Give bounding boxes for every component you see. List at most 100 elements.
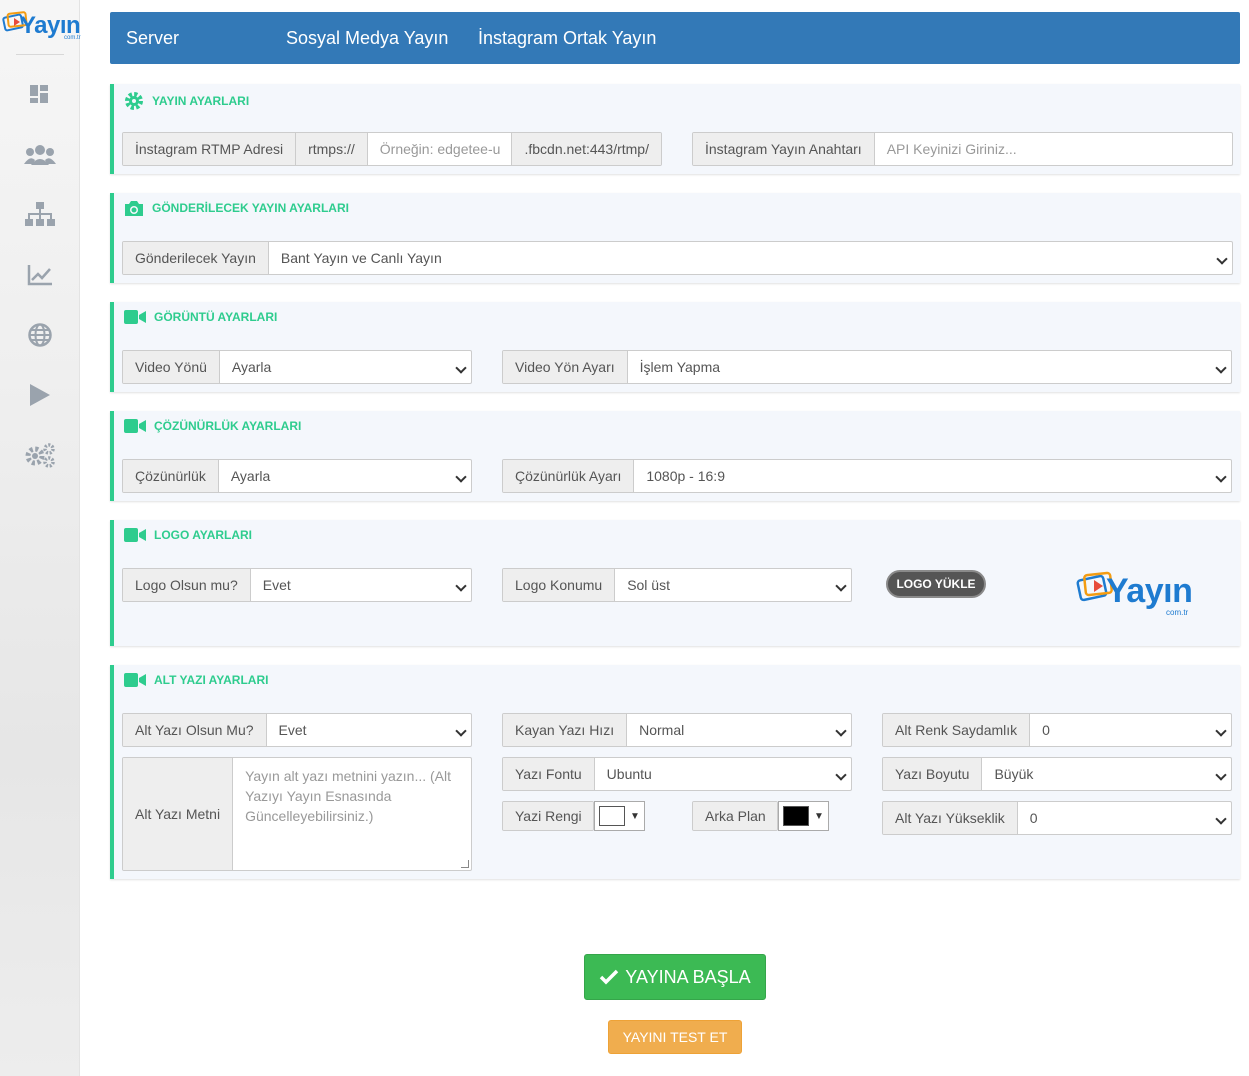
- stream-key-input[interactable]: API Keyinizi Giriniz...: [875, 133, 1232, 165]
- logo-konumu-select[interactable]: Sol üst: [615, 569, 851, 601]
- rtmp-label: İnstagram RTMP Adresi: [123, 133, 297, 165]
- textarea-placeholder: Yayın alt yazı metnini yazın... (Alt Yaz…: [245, 768, 452, 824]
- sitemap-icon[interactable]: [22, 200, 58, 230]
- alt-yazi-olsun-group: Alt Yazı Olsun Mu? Evet: [122, 713, 472, 747]
- arka-plan-swatch: [783, 806, 809, 826]
- video-camera-icon: [124, 528, 146, 542]
- alt-yazi-olsun-label: Alt Yazı Olsun Mu?: [123, 714, 267, 746]
- logo-upload-button[interactable]: LOGO YÜKLE: [886, 570, 986, 598]
- alt-yazi-olsun-select[interactable]: Evet: [267, 714, 471, 746]
- kayan-yazi-hizi-label: Kayan Yazı Hızı: [503, 714, 628, 746]
- rtmp-address-group: İnstagram RTMP Adresi rtmps:// Örneğin: …: [122, 132, 662, 166]
- yazi-boyutu-select[interactable]: Büyük: [982, 758, 1231, 790]
- rtmp-prefix: rtmps://: [296, 133, 368, 165]
- top-navigation: Server Sosyal Medya Yayın İnstagram Orta…: [110, 12, 1240, 64]
- resize-handle[interactable]: [461, 860, 469, 868]
- title-text: GÖRÜNTÜ AYARLARI: [154, 310, 278, 324]
- logo-olsun-select[interactable]: Evet: [251, 569, 471, 601]
- video-camera-icon: [124, 310, 146, 324]
- title-text: GÖNDERİLECEK YAYIN AYARLARI: [152, 201, 349, 215]
- logo-konumu-label: Logo Konumu: [503, 569, 616, 601]
- video-yonu-select[interactable]: Ayarla: [220, 351, 471, 383]
- yazi-fontu-label: Yazı Fontu: [503, 758, 595, 790]
- sidebar: Yayın com.tr: [0, 0, 81, 1076]
- camera-icon: [124, 200, 144, 217]
- logo-olsun-label: Logo Olsun mu?: [123, 569, 251, 601]
- yazi-fontu-group: Yazı Fontu Ubuntu: [502, 757, 852, 791]
- panel-title: GÖNDERİLECEK YAYIN AYARLARI: [124, 193, 349, 223]
- logo-preview-suffix: com.tr: [1166, 608, 1189, 617]
- alt-yazi-yukseklik-label: Alt Yazı Yükseklik: [883, 802, 1018, 834]
- dropdown-arrow-icon: ▼: [814, 810, 824, 822]
- kayan-yazi-hizi-select[interactable]: Normal: [627, 714, 851, 746]
- alt-renk-saydamlik-label: Alt Renk Saydamlık: [883, 714, 1031, 746]
- video-yonu-label: Video Yönü: [123, 351, 220, 383]
- sidebar-divider: [16, 54, 64, 55]
- alt-renk-saydamlik-select[interactable]: 0: [1030, 714, 1231, 746]
- yazi-rengi-label: Yazi Rengi: [503, 802, 593, 830]
- alt-yazi-yukseklik-select[interactable]: 0: [1018, 802, 1231, 834]
- panel-title: LOGO AYARLARI: [124, 520, 252, 550]
- cozunurluk-group: Çözünürlük Ayarla: [122, 459, 472, 493]
- alt-yazi-metni-textarea[interactable]: Yayın alt yazı metnini yazın... (Alt Yaz…: [233, 758, 471, 870]
- alt-renk-saydamlik-group: Alt Renk Saydamlık 0: [882, 713, 1232, 747]
- cozunurluk-select[interactable]: Ayarla: [219, 460, 471, 492]
- title-text: ÇÖZÜNÜRLÜK AYARLARI: [154, 419, 302, 433]
- stream-key-label: İnstagram Yayın Anahtarı: [693, 133, 875, 165]
- title-text: LOGO AYARLARI: [154, 528, 253, 542]
- cozunurluk-ayari-select[interactable]: 1080p - 16:9: [634, 460, 1231, 492]
- cogs-icon[interactable]: [22, 440, 58, 470]
- stream-key-group: İnstagram Yayın Anahtarı API Keyinizi Gi…: [692, 132, 1233, 166]
- video-camera-icon: [124, 673, 146, 687]
- alt-yazi-metni-group: Alt Yazı Metni Yayın alt yazı metnini ya…: [122, 757, 472, 871]
- video-yon-ayari-select[interactable]: İşlem Yapma: [628, 351, 1231, 383]
- panel-logo-ayarlari: LOGO AYARLARI Logo Olsun mu? Evet Logo K…: [110, 520, 1240, 646]
- gonderilecek-yayin-group: Gönderilecek Yayın Bant Yayın ve Canlı Y…: [122, 241, 1233, 275]
- dashboard-icon[interactable]: [22, 80, 58, 110]
- yazi-rengi-group: Yazi Rengi: [502, 801, 594, 831]
- alt-yazi-metni-label: Alt Yazı Metni: [123, 758, 234, 870]
- check-icon: [599, 969, 619, 985]
- title-text: YAYIN AYARLARI: [152, 94, 250, 108]
- panel-title: GÖRÜNTÜ AYARLARI: [124, 302, 277, 332]
- title-text: ALT YAZI AYARLARI: [154, 673, 269, 687]
- chart-icon[interactable]: [22, 260, 58, 290]
- logo-olsun-group: Logo Olsun mu? Evet: [122, 568, 472, 602]
- test-stream-button[interactable]: YAYINI TEST ET: [608, 1020, 742, 1054]
- arka-plan-picker[interactable]: ▼: [778, 801, 829, 831]
- cozunurluk-label: Çözünürlük: [123, 460, 219, 492]
- cozunurluk-ayari-group: Çözünürlük Ayarı 1080p - 16:9: [502, 459, 1232, 493]
- brand-logo[interactable]: Yayın com.tr: [2, 6, 81, 44]
- users-icon[interactable]: [22, 140, 58, 170]
- rtmp-suffix: .fbcdn.net:443/rtmp/: [511, 133, 661, 165]
- yazi-boyutu-group: Yazı Boyutu Büyük: [882, 757, 1232, 791]
- start-stream-label: YAYINA BAŞLA: [625, 966, 751, 987]
- video-camera-icon: [124, 419, 146, 433]
- panel-gonderilecek-yayin: GÖNDERİLECEK YAYIN AYARLARI Gönderilecek…: [110, 193, 1240, 283]
- video-yonu-group: Video Yönü Ayarla: [122, 350, 472, 384]
- arka-plan-label: Arka Plan: [693, 802, 777, 830]
- logo-preview-name: Yayın: [1106, 572, 1193, 610]
- tab-instagram-ortak-yayin[interactable]: İnstagram Ortak Yayın: [478, 12, 656, 64]
- panel-title: YAYIN AYARLARI: [124, 86, 249, 116]
- yazi-rengi-swatch: [599, 806, 625, 826]
- globe-icon[interactable]: [22, 320, 58, 350]
- panel-yayin-ayarlari: YAYIN AYARLARI İnstagram RTMP Adresi rtm…: [110, 84, 1240, 174]
- logo-preview: Yayın com.tr: [1076, 564, 1196, 624]
- brand-suffix: com.tr: [64, 35, 81, 41]
- gonderilecek-label: Gönderilecek Yayın: [123, 242, 269, 274]
- start-stream-button[interactable]: YAYINA BAŞLA: [584, 954, 766, 1000]
- video-yon-ayari-label: Video Yön Ayarı: [503, 351, 628, 383]
- tab-server[interactable]: Server: [126, 12, 179, 64]
- gonderilecek-select[interactable]: Bant Yayın ve Canlı Yayın: [269, 242, 1232, 274]
- yazi-rengi-picker[interactable]: ▼: [594, 801, 645, 831]
- yazi-fontu-select[interactable]: Ubuntu: [595, 758, 851, 790]
- play-icon[interactable]: [22, 380, 58, 410]
- panel-goruntu-ayarlari: GÖRÜNTÜ AYARLARI Video Yönü Ayarla Video…: [110, 302, 1240, 392]
- cozunurluk-ayari-label: Çözünürlük Ayarı: [503, 460, 635, 492]
- kayan-yazi-hizi-group: Kayan Yazı Hızı Normal: [502, 713, 852, 747]
- tab-sosyal-medya-yayin[interactable]: Sosyal Medya Yayın: [286, 12, 448, 64]
- rtmp-input[interactable]: Örneğin: edgetee-u: [368, 133, 512, 165]
- video-yon-ayari-group: Video Yön Ayarı İşlem Yapma: [502, 350, 1232, 384]
- panel-cozunurluk-ayarlari: ÇÖZÜNÜRLÜK AYARLARI Çözünürlük Ayarla Çö…: [110, 411, 1240, 501]
